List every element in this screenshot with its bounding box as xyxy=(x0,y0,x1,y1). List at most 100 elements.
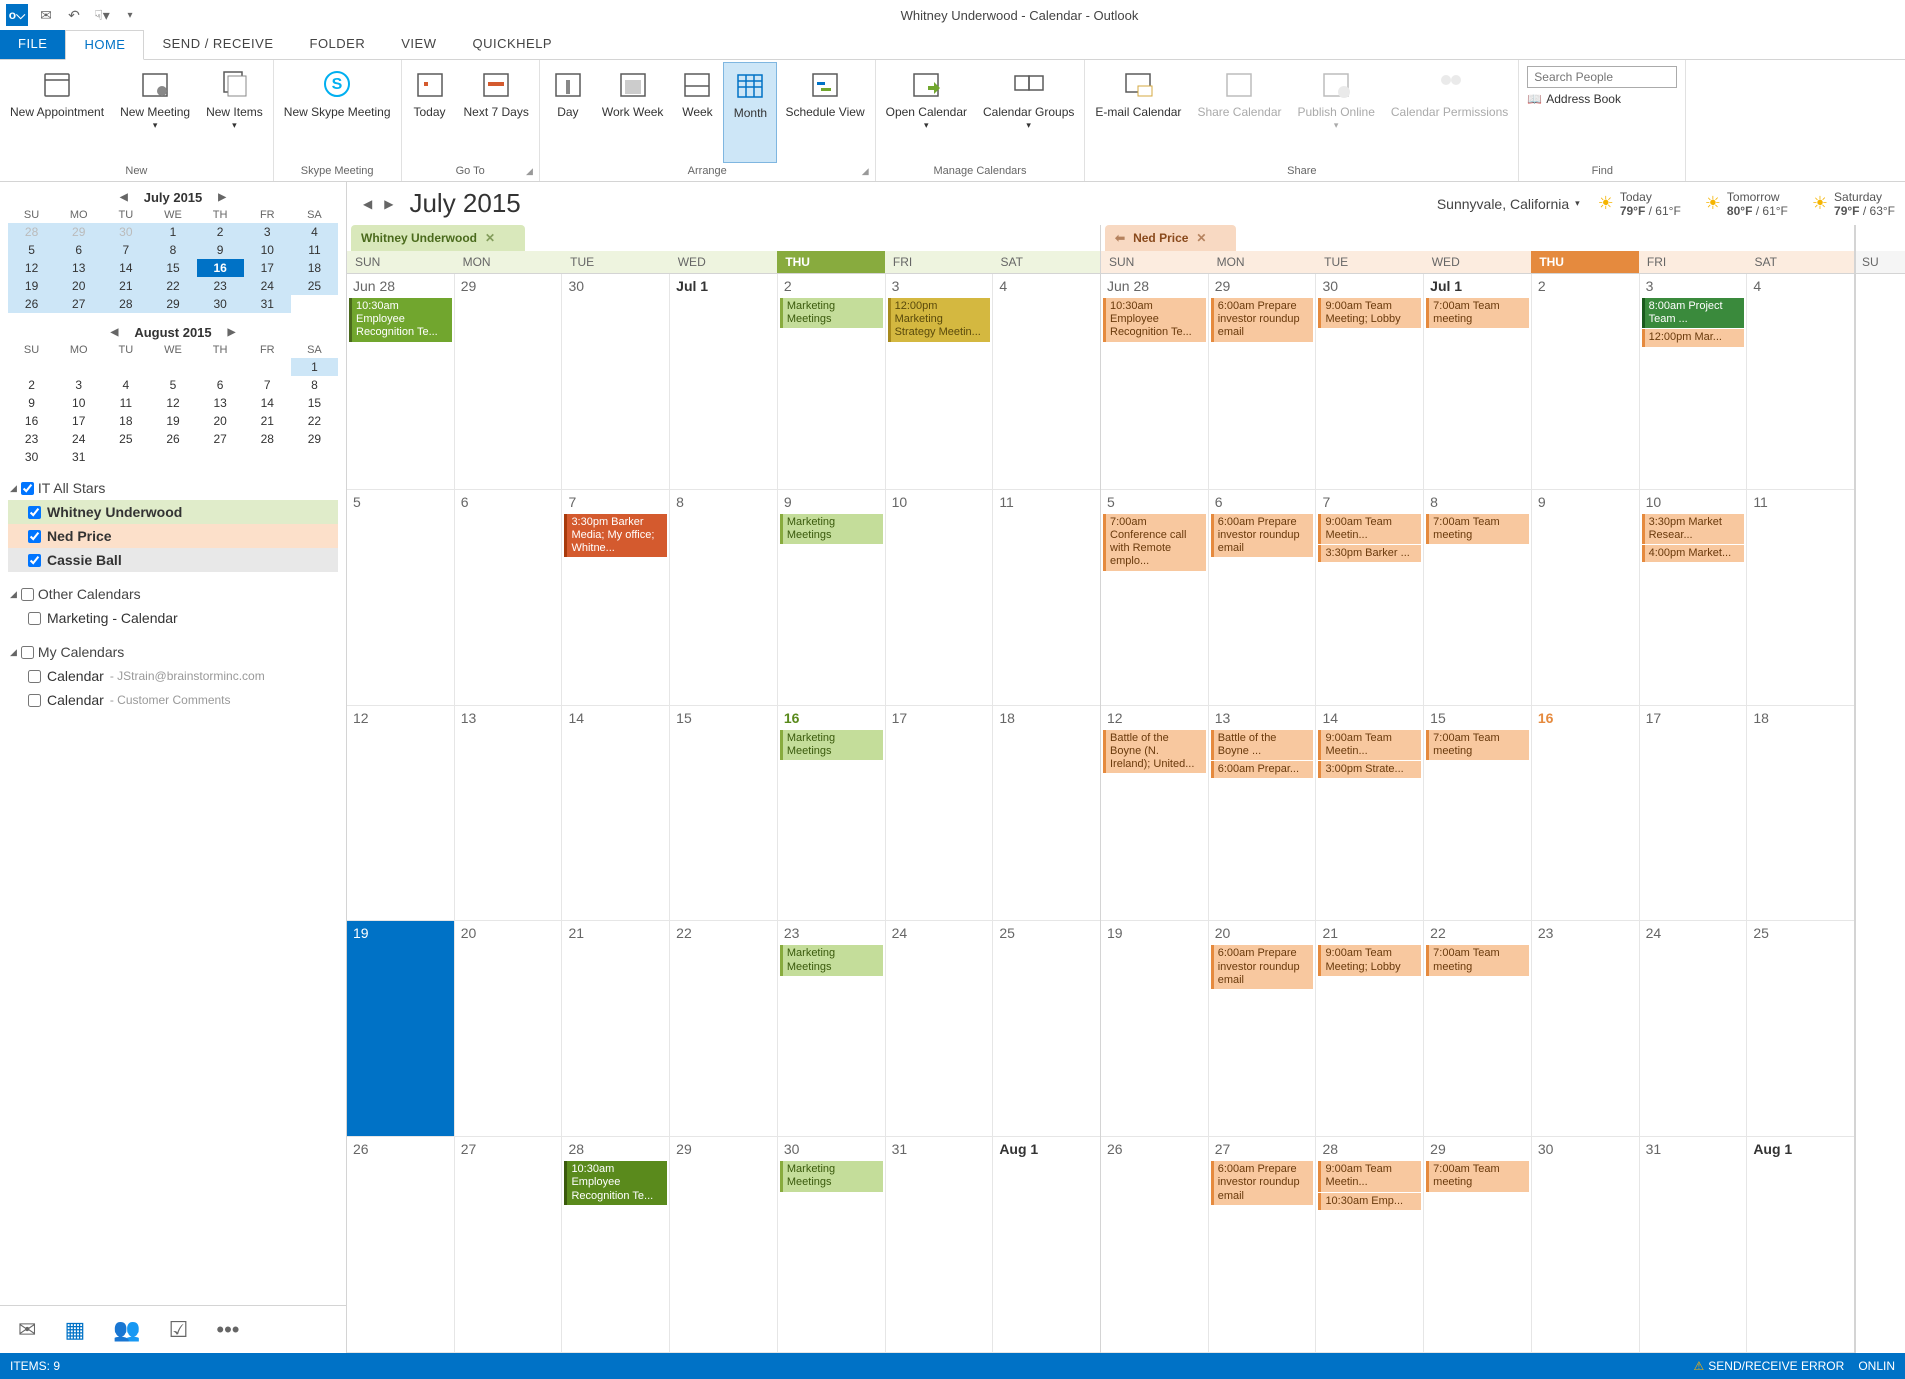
calendar-event[interactable]: Marketing Meetings xyxy=(780,514,883,544)
nav-more-icon[interactable]: ••• xyxy=(216,1317,239,1343)
calendar-event[interactable]: 7:00am Team meeting xyxy=(1426,945,1529,975)
new-items-button[interactable]: New Items▾ xyxy=(198,62,271,163)
mini-day[interactable]: 30 xyxy=(197,295,244,313)
group-checkbox[interactable] xyxy=(21,482,34,495)
calendar-event[interactable]: 8:00am Project Team ... xyxy=(1642,298,1745,328)
mini-day[interactable]: 20 xyxy=(197,412,244,430)
prev-month-icon[interactable]: ◀ xyxy=(357,197,378,211)
new-skype-meeting-button[interactable]: SNew Skype Meeting xyxy=(276,62,399,163)
calendar-day[interactable]: 21 xyxy=(562,921,670,1136)
mini-day[interactable]: 19 xyxy=(149,412,196,430)
qat-customize-icon[interactable]: ▾ xyxy=(120,5,140,25)
calendar-event[interactable]: 6:00am Prepare investor roundup email xyxy=(1211,514,1314,558)
calendar-day[interactable]: 16 xyxy=(1532,706,1640,921)
calendar-event[interactable]: 12:00pm Mar... xyxy=(1642,329,1745,346)
mini-day[interactable]: 18 xyxy=(291,259,338,277)
calendar-day[interactable]: 2810:30am Employee Recognition Te... xyxy=(562,1137,670,1352)
mini-day[interactable]: 12 xyxy=(8,259,55,277)
calendar-event[interactable]: 10:30am Emp... xyxy=(1318,1193,1421,1210)
mini-day[interactable]: 17 xyxy=(55,412,102,430)
calendar-day[interactable]: 31 xyxy=(886,1137,994,1352)
mini-day[interactable] xyxy=(197,448,244,466)
calendar-day[interactable]: Jul 1 xyxy=(670,274,778,489)
mini-day[interactable] xyxy=(102,448,149,466)
mini-day[interactable] xyxy=(8,358,55,376)
next-7-days-button[interactable]: Next 7 Days xyxy=(456,62,537,163)
calendar-day[interactable]: 26 xyxy=(347,1137,455,1352)
work-week-button[interactable]: Work Week xyxy=(594,62,672,163)
calendar-tab-whitney[interactable]: Whitney Underwood✕ xyxy=(351,225,525,251)
month-view-button[interactable]: Month xyxy=(723,62,777,163)
calendar-day[interactable]: 30 xyxy=(562,274,670,489)
calendar-item[interactable]: Marketing - Calendar xyxy=(8,606,338,630)
calendar-day[interactable]: 19 xyxy=(347,921,455,1136)
calendar-group[interactable]: My Calendars xyxy=(8,640,338,664)
mini-day[interactable]: 24 xyxy=(244,277,291,295)
group-checkbox[interactable] xyxy=(21,588,34,601)
calendar-day[interactable]: 4 xyxy=(993,274,1100,489)
calendar-event[interactable]: 6:00am Prepare investor roundup email xyxy=(1211,945,1314,989)
calendar-day[interactable]: 31 xyxy=(1640,1137,1748,1352)
calendar-day[interactable]: 38:00am Project Team ...12:00pm Mar... xyxy=(1640,274,1748,489)
mini-day[interactable]: 31 xyxy=(55,448,102,466)
calendar-event[interactable]: 7:00am Team meeting xyxy=(1426,514,1529,544)
calendar-day[interactable]: 149:00am Team Meetin...3:00pm Strate... xyxy=(1316,706,1424,921)
calendar-day[interactable]: 15 xyxy=(670,706,778,921)
mini-day[interactable]: 21 xyxy=(244,412,291,430)
calendar-day[interactable]: 27 xyxy=(455,1137,563,1352)
calendar-item[interactable]: Calendar - JStrain@brainstorminc.com xyxy=(8,664,338,688)
calendar-event[interactable]: 9:00am Team Meeting; Lobby xyxy=(1318,945,1421,975)
calendar-event[interactable]: 9:00am Team Meeting; Lobby xyxy=(1318,298,1421,328)
mini-day[interactable]: 7 xyxy=(244,376,291,394)
mini-day[interactable]: 28 xyxy=(102,295,149,313)
calendar-event[interactable]: 10:30am Employee Recognition Te... xyxy=(349,298,452,342)
tab-folder[interactable]: FOLDER xyxy=(292,30,384,59)
calendar-event[interactable]: 7:00am Team meeting xyxy=(1426,1161,1529,1191)
calendar-day[interactable]: 13 xyxy=(455,706,563,921)
mini-day[interactable]: 12 xyxy=(149,394,196,412)
mini-day[interactable]: 25 xyxy=(291,277,338,295)
calendar-event[interactable]: 3:30pm Market Resear... xyxy=(1642,514,1745,544)
new-appointment-button[interactable]: New Appointment xyxy=(2,62,112,163)
mini-day[interactable]: 11 xyxy=(291,241,338,259)
mini-day[interactable] xyxy=(149,448,196,466)
mini-day[interactable]: 5 xyxy=(149,376,196,394)
calendar-day[interactable]: 29 xyxy=(670,1137,778,1352)
calendar-day[interactable]: 87:00am Team meeting xyxy=(1424,490,1532,705)
calendar-day[interactable]: 11 xyxy=(1747,490,1854,705)
mini-day[interactable]: 16 xyxy=(197,259,244,277)
calendar-day[interactable]: 8 xyxy=(670,490,778,705)
today-button[interactable]: Today xyxy=(404,62,456,163)
mini-day[interactable]: 4 xyxy=(102,376,149,394)
mini-day[interactable] xyxy=(197,358,244,376)
mini-day[interactable]: 7 xyxy=(102,241,149,259)
calendar-event[interactable]: 3:30pm Barker Media; My office; Whitne..… xyxy=(564,514,667,558)
mini-day[interactable]: 13 xyxy=(55,259,102,277)
calendar-day[interactable]: 30 xyxy=(1532,1137,1640,1352)
mini-day[interactable]: 10 xyxy=(244,241,291,259)
mini-day[interactable]: 17 xyxy=(244,259,291,277)
calendar-checkbox[interactable] xyxy=(28,670,41,683)
calendar-event[interactable]: 6:00am Prepare investor roundup email xyxy=(1211,1161,1314,1205)
calendar-day[interactable]: 2 xyxy=(1532,274,1640,489)
calendar-day[interactable]: Jul 17:00am Team meeting xyxy=(1424,274,1532,489)
calendar-item[interactable]: Ned Price xyxy=(8,524,338,548)
mini-next-icon[interactable]: ▶ xyxy=(216,327,248,338)
calendar-day[interactable]: 66:00am Prepare investor roundup email xyxy=(1209,490,1317,705)
mini-day[interactable] xyxy=(244,448,291,466)
calendar-day[interactable]: 9Marketing Meetings xyxy=(778,490,886,705)
mini-day[interactable]: 15 xyxy=(149,259,196,277)
week-view-button[interactable]: Week xyxy=(671,62,723,163)
mini-day[interactable]: 3 xyxy=(55,376,102,394)
calendar-event[interactable]: Marketing Meetings xyxy=(780,298,883,328)
calendar-day[interactable]: 14 xyxy=(562,706,670,921)
calendar-day[interactable]: 20 xyxy=(455,921,563,1136)
calendar-day[interactable]: 79:00am Team Meetin...3:30pm Barker ... xyxy=(1316,490,1424,705)
tab-file[interactable]: FILE xyxy=(0,30,65,59)
mini-prev-icon[interactable]: ◀ xyxy=(108,192,140,203)
calendar-group[interactable]: Other Calendars xyxy=(8,582,338,606)
mini-day[interactable]: 10 xyxy=(55,394,102,412)
mini-day[interactable]: 9 xyxy=(197,241,244,259)
calendar-day[interactable]: 297:00am Team meeting xyxy=(1424,1137,1532,1352)
calendar-event[interactable]: Marketing Meetings xyxy=(780,730,883,760)
